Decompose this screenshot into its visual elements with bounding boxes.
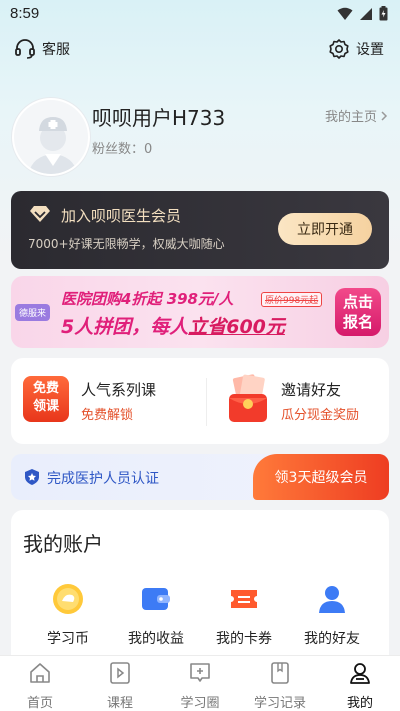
claim-super-member-button[interactable]: 领3天超级会员: [253, 454, 389, 500]
nav-label: 学习圈: [180, 696, 220, 711]
bottom-nav: 首页 课程 学习圈 学习记录 我的: [0, 655, 400, 711]
fans-count: 粉丝数：0: [92, 138, 152, 157]
profile-icon: [350, 663, 370, 684]
invite-friends-subtitle: 瓜分现金奖励: [281, 408, 360, 423]
circle-icon: [190, 663, 210, 682]
home-icon: [30, 663, 50, 683]
promo-headline-text: 医院团购4折起: [61, 290, 162, 308]
nav-course[interactable]: 课程: [80, 656, 160, 711]
wallet-icon: [142, 588, 170, 610]
record-icon: [271, 662, 289, 684]
promo-headline: 医院团购4折起 398元/人: [61, 288, 233, 309]
member-title: 加入呗呗医生会员: [61, 207, 182, 225]
fans-value: 0: [144, 142, 153, 157]
free-badge-line1: 免费: [32, 381, 59, 396]
friend-icon: [319, 586, 345, 613]
gear-icon: [329, 39, 349, 59]
headset-icon: [15, 39, 35, 59]
free-course-badge: 免费 领课: [23, 376, 69, 422]
profile-section: 呗呗用户H733 粉丝数：0 我的主页: [12, 98, 388, 190]
member-card[interactable]: 加入呗呗医生会员 7000+好课无限畅学，权威大咖随心 立即开通: [11, 191, 389, 269]
my-homepage-label: 我的主页: [324, 110, 377, 125]
popular-course-entry[interactable]: 免费 领课 人气系列课 免费解锁: [23, 374, 203, 430]
status-bar: 8:59: [0, 0, 400, 28]
course-icon: [110, 662, 130, 684]
promo-subline-highlight: 立省600元: [188, 316, 285, 338]
promo-subline: 5人拼团，每人立省600元: [61, 312, 285, 339]
doctor-avatar-icon: [14, 100, 88, 174]
popular-course-title: 人气系列课: [81, 381, 157, 399]
account-title: 我的账户: [23, 532, 103, 556]
chevron-right-icon: [381, 110, 388, 121]
verification-card[interactable]: 完成医护人员认证 领3天超级会员: [11, 454, 389, 500]
account-item-label: 我的卡券: [216, 631, 272, 647]
shield-icon: [25, 469, 39, 485]
settings-label: 设置: [356, 42, 384, 58]
nav-label: 学习记录: [253, 696, 306, 711]
customer-service-label: 客服: [42, 42, 70, 58]
promo-original-price: 原价998元起: [261, 292, 323, 307]
fans-label: 粉丝数：: [92, 142, 145, 157]
top-bar: 客服 设置: [0, 38, 400, 66]
free-badge-line2: 领课: [32, 399, 59, 414]
nav-study-record[interactable]: 学习记录: [240, 656, 320, 711]
avatar[interactable]: [12, 98, 90, 176]
username: 呗呗用户H733: [92, 106, 226, 130]
signal-icon: [360, 7, 372, 20]
verification-text: 完成医护人员认证: [47, 471, 159, 487]
nav-mine[interactable]: 我的: [320, 656, 400, 711]
promo-subline-prefix: 5人拼团，每人: [61, 316, 189, 338]
promo-price: 398元/人: [166, 290, 234, 308]
nav-home[interactable]: 首页: [0, 656, 80, 711]
account-item-label: 我的收益: [128, 631, 184, 647]
nav-label: 首页: [26, 696, 53, 711]
invite-friends-title: 邀请好友: [281, 381, 342, 399]
status-time: 8:59: [10, 5, 40, 22]
member-subtitle: 7000+好课无限畅学，权威大咖随心: [28, 237, 225, 251]
red-envelope-icon: [229, 374, 267, 422]
nav-label: 我的: [346, 696, 373, 711]
feature-divider: [206, 378, 207, 426]
my-homepage-link[interactable]: 我的主页: [325, 106, 388, 125]
promo-button-line2: 报名: [342, 313, 373, 331]
promo-signup-button[interactable]: 点击 报名: [335, 288, 381, 336]
coupon-icon: [231, 590, 257, 608]
account-item-label: 学习币: [47, 631, 89, 647]
group-buy-banner[interactable]: 德服来 医院团购4折起 398元/人 原价998元起 5人拼团，每人立省600元…: [11, 276, 389, 348]
nav-study-circle[interactable]: 学习圈: [160, 656, 240, 711]
account-item-label: 我的好友: [304, 631, 360, 647]
promo-button-line1: 点击: [342, 293, 373, 311]
settings-button[interactable]: 设置: [328, 38, 384, 60]
wifi-icon: [337, 7, 353, 20]
open-membership-button[interactable]: 立即开通: [278, 213, 372, 245]
battery-icon: [379, 6, 388, 21]
customer-service-button[interactable]: 客服: [14, 38, 70, 60]
diamond-icon: [30, 206, 50, 222]
my-account-card: 我的账户 学习币 0 我的收益 ¥0 我的卡券 0张 我的好友 0位: [11, 510, 389, 673]
popular-course-subtitle: 免费解锁: [81, 408, 134, 423]
nav-label: 课程: [106, 696, 133, 711]
coin-icon: [53, 584, 83, 614]
features-card: 免费 领课 人气系列课 免费解锁 邀请好友 瓜分现金奖励: [11, 358, 389, 444]
invite-friends-entry[interactable]: 邀请好友 瓜分现金奖励: [223, 374, 400, 430]
promo-tag: 德服来: [15, 304, 51, 321]
status-icons: [337, 6, 388, 21]
